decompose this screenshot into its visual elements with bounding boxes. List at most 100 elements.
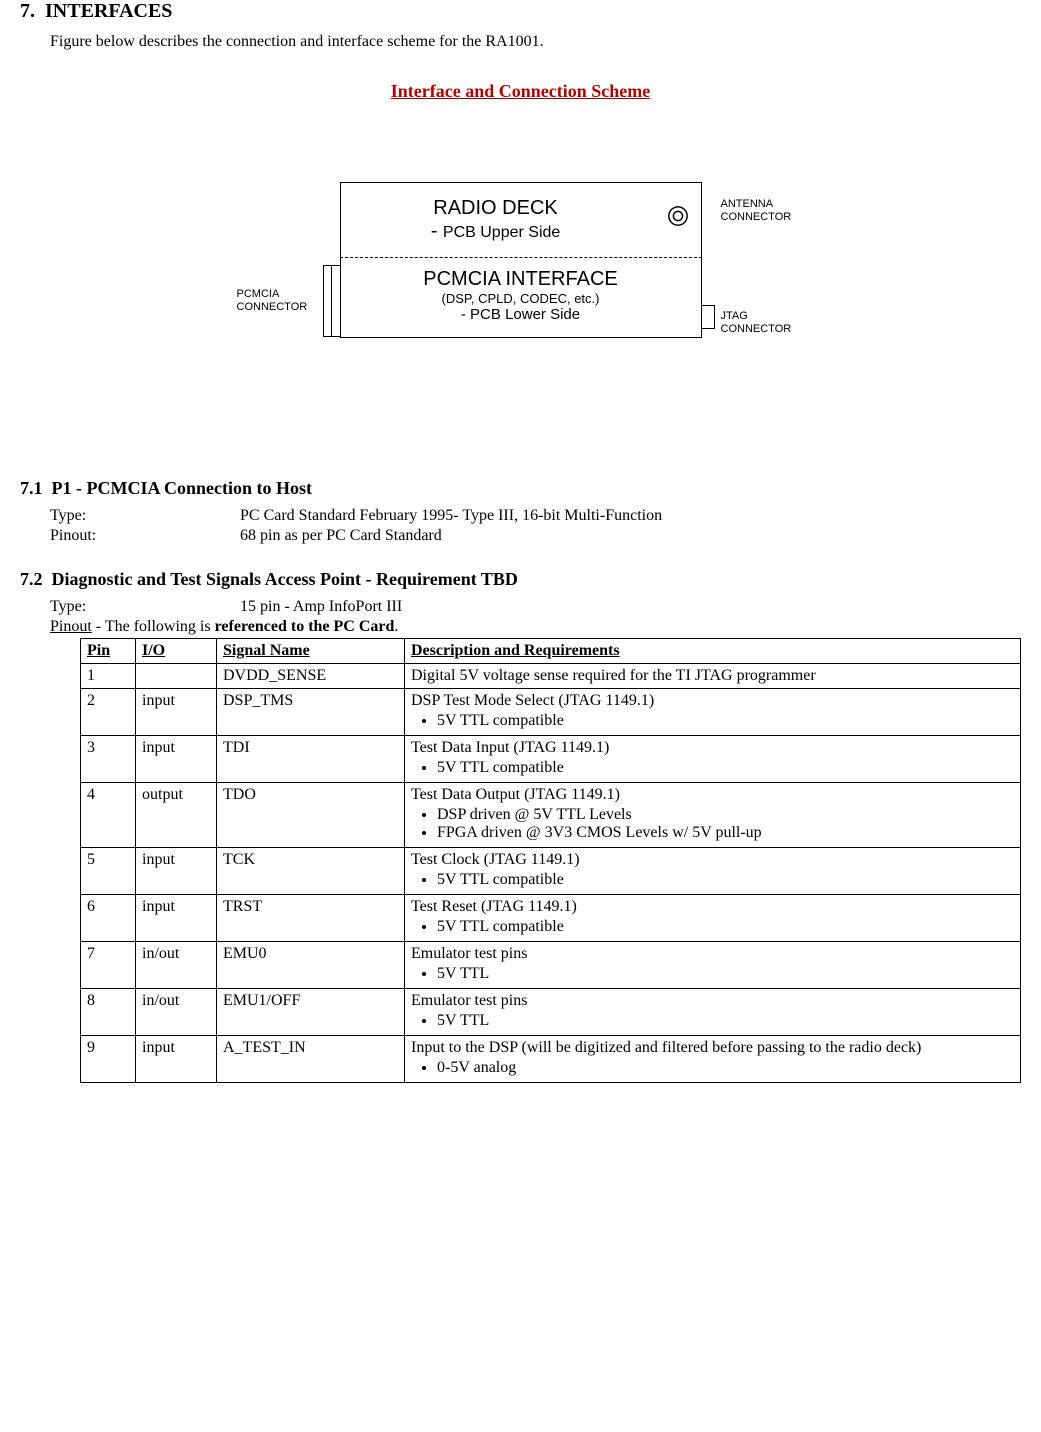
desc-text: Test Data Output (JTAG 1149.1) <box>411 786 1014 804</box>
cell-pin: 2 <box>81 689 136 736</box>
desc-text: Input to the DSP (will be digitized and … <box>411 1039 1014 1057</box>
type-row: Type: 15 pin - Amp InfoPort III <box>50 598 1021 616</box>
cell-io: input <box>136 1036 217 1083</box>
cell-desc: Emulator test pins5V TTL <box>405 942 1021 989</box>
subsection-title: Diagnostic and Test Signals Access Point… <box>52 569 518 589</box>
desc-bullets: 5V TTL <box>411 965 1014 983</box>
bullet-item: 5V TTL compatible <box>437 712 1014 730</box>
cell-signal: DVDD_SENSE <box>217 664 405 689</box>
bullet-item: FPGA driven @ 3V3 CMOS Levels w/ 5V pull… <box>437 824 1014 842</box>
col-pin: Pin <box>81 639 136 664</box>
subsection-num: 7.1 <box>20 478 43 498</box>
jtag-label: JTAG CONNECTOR <box>721 310 792 336</box>
type-value: PC Card Standard February 1995- Type III… <box>240 507 1021 525</box>
pcb-box: RADIO DECK - PCB Upper Side PCMCIA INTER… <box>340 182 702 338</box>
desc-bullets: 5V TTL compatible <box>411 712 1014 730</box>
cell-pin: 5 <box>81 848 136 895</box>
bullet-item: 5V TTL <box>437 1012 1014 1030</box>
jtag-connector-icon <box>701 305 715 329</box>
cell-io: output <box>136 783 217 848</box>
bullet-item: 5V TTL compatible <box>437 918 1014 936</box>
desc-bullets: 5V TTL compatible <box>411 871 1014 889</box>
cell-signal: TDI <box>217 736 405 783</box>
pcmcia-sub1: (DSP, CPLD, CODEC, etc.) <box>351 291 691 306</box>
type-label: Type: <box>50 598 240 616</box>
subsection-num: 7.2 <box>20 569 43 589</box>
desc-text: Digital 5V voltage sense required for th… <box>411 667 1014 685</box>
subsection-title: P1 - PCMCIA Connection to Host <box>52 478 312 498</box>
cell-signal: TRST <box>217 895 405 942</box>
desc-bullets: 0-5V analog <box>411 1059 1014 1077</box>
cell-signal: TDO <box>217 783 405 848</box>
bullet-item: DSP driven @ 5V TTL Levels <box>437 806 1014 824</box>
cell-pin: 1 <box>81 664 136 689</box>
bullet-item: 5V TTL <box>437 965 1014 983</box>
desc-bullets: 5V TTL compatible <box>411 918 1014 936</box>
cell-pin: 3 <box>81 736 136 783</box>
cell-io: input <box>136 895 217 942</box>
desc-text: Test Clock (JTAG 1149.1) <box>411 851 1014 869</box>
pinout-label: Pinout: <box>50 527 240 545</box>
antenna-label: ANTENNA CONNECTOR <box>721 198 792 224</box>
antenna-connector-icon <box>667 205 689 227</box>
cell-pin: 9 <box>81 1036 136 1083</box>
desc-text: Test Reset (JTAG 1149.1) <box>411 898 1014 916</box>
col-signal: Signal Name <box>217 639 405 664</box>
scheme-title: Interface and Connection Scheme <box>20 81 1021 102</box>
type-value: 15 pin - Amp InfoPort III <box>240 598 1021 616</box>
pcmcia-title: PCMCIA INTERFACE <box>351 268 691 291</box>
intro-text: Figure below describes the connection an… <box>50 33 1021 51</box>
pinout-value: 68 pin as per PC Card Standard <box>240 527 1021 545</box>
table-row: 2inputDSP_TMSDSP Test Mode Select (JTAG … <box>81 689 1021 736</box>
table-row: 1 DVDD_SENSE Digital 5V voltage sense requ… <box>81 664 1021 689</box>
table-row: 8in/outEMU1/OFFEmulator test pins5V TTL <box>81 989 1021 1036</box>
cell-io: in/out <box>136 942 217 989</box>
section-heading: 7. INTERFACES <box>20 0 1021 23</box>
radio-deck-title: RADIO DECK <box>351 197 641 220</box>
table-row: 4outputTDOTest Data Output (JTAG 1149.1)… <box>81 783 1021 848</box>
cell-io: input <box>136 689 217 736</box>
heading-text: INTERFACES <box>45 0 172 22</box>
cell-signal: EMU0 <box>217 942 405 989</box>
radio-deck-box: RADIO DECK - PCB Upper Side <box>341 183 701 257</box>
pcmcia-connector-icon <box>323 265 341 337</box>
cell-io: input <box>136 736 217 783</box>
section-7-2: 7.2 Diagnostic and Test Signals Access P… <box>20 569 1021 1083</box>
cell-desc: Test Data Output (JTAG 1149.1) DSP driven… <box>405 783 1021 848</box>
table-row: 9inputA_TEST_IN Input to the DSP (will be… <box>81 1036 1021 1083</box>
pinout-intro: Pinout - The following is referenced to … <box>50 618 1021 636</box>
subsection-heading: 7.1 P1 - PCMCIA Connection to Host <box>20 478 1021 499</box>
col-desc: Description and Requirements <box>405 639 1021 664</box>
cell-io: in/out <box>136 989 217 1036</box>
cell-signal: DSP_TMS <box>217 689 405 736</box>
cell-signal: TCK <box>217 848 405 895</box>
table-row: 3inputTDITest Data Input (JTAG 1149.1)5V… <box>81 736 1021 783</box>
subsection-heading: 7.2 Diagnostic and Test Signals Access P… <box>20 569 1021 590</box>
cell-signal: A_TEST_IN <box>217 1036 405 1083</box>
interface-diagram: RADIO DECK - PCB Upper Side PCMCIA INTER… <box>221 182 821 338</box>
cell-io: input <box>136 848 217 895</box>
cell-desc: DSP Test Mode Select (JTAG 1149.1) 5V TTL… <box>405 689 1021 736</box>
pinout-row: Pinout: 68 pin as per PC Card Standard <box>50 527 1021 545</box>
table-row: 5inputTCK Test Clock (JTAG 1149.1) 5V TTL … <box>81 848 1021 895</box>
radio-deck-sub: - PCB Upper Side <box>351 220 641 243</box>
section-7-1: 7.1 P1 - PCMCIA Connection to Host Type:… <box>20 478 1021 545</box>
pcmcia-label: PCMCIA CONNECTOR <box>237 288 308 314</box>
cell-desc: Emulator test pins5V TTL <box>405 989 1021 1036</box>
cell-desc: Test Reset (JTAG 1149.1) 5V TTL compatibl… <box>405 895 1021 942</box>
heading-num: 7. <box>20 0 35 22</box>
cell-pin: 8 <box>81 989 136 1036</box>
cell-desc: Test Clock (JTAG 1149.1) 5V TTL compatibl… <box>405 848 1021 895</box>
bullet-item: 5V TTL compatible <box>437 759 1014 777</box>
bullet-item: 5V TTL compatible <box>437 871 1014 889</box>
cell-desc: Digital 5V voltage sense required for th… <box>405 664 1021 689</box>
type-row: Type: PC Card Standard February 1995- Ty… <box>50 507 1021 525</box>
cell-signal: EMU1/OFF <box>217 989 405 1036</box>
pinout-table: Pin I/O Signal Name Description and Requ… <box>80 638 1021 1083</box>
cell-pin: 6 <box>81 895 136 942</box>
cell-pin: 4 <box>81 783 136 848</box>
desc-bullets: 5V TTL <box>411 1012 1014 1030</box>
desc-text: DSP Test Mode Select (JTAG 1149.1) <box>411 692 1014 710</box>
col-io: I/O <box>136 639 217 664</box>
cell-desc: Test Data Input (JTAG 1149.1)5V TTL comp… <box>405 736 1021 783</box>
